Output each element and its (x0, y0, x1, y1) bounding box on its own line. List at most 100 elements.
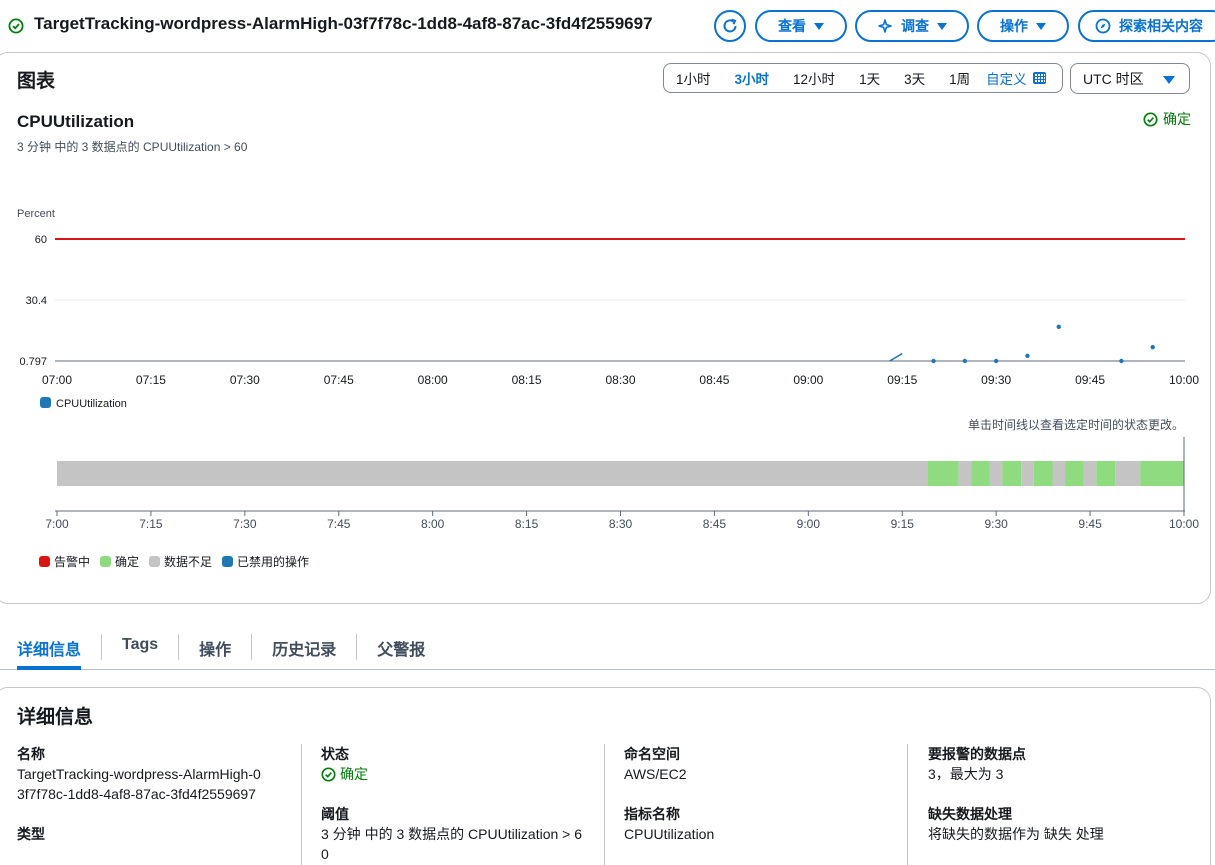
timeline-segment (1065, 461, 1084, 486)
chart-title: CPUUtilization (17, 112, 135, 131)
timeline-segment (989, 461, 1003, 486)
datapoints-value: 3，最大为 3 (928, 766, 1004, 782)
name-value: TargetTracking-wordpress-AlarmHigh-03f7f… (17, 766, 261, 802)
actions-button-label: 操作 (1000, 18, 1028, 34)
timeline-segment (927, 461, 959, 486)
data-point (1056, 324, 1061, 329)
y-tick-label: 60 (35, 234, 47, 246)
series-segment (889, 352, 903, 362)
range-1h[interactable]: 1小时 (664, 68, 723, 88)
timeline-segment (1021, 461, 1034, 486)
tab-tags[interactable]: Tags (122, 627, 158, 669)
state-legend-item: 数据不足 (149, 553, 212, 570)
custom-range-label: 自定义 (986, 72, 1027, 87)
timeline-segment (1002, 461, 1022, 486)
actions-button[interactable]: 操作 (977, 10, 1069, 42)
metric-name-label: 指标名称 (624, 806, 680, 822)
timeline-tick-label: 9:30 (984, 517, 1008, 531)
column-divider (907, 744, 908, 865)
x-tick-label: 08:15 (512, 373, 542, 387)
timeline-segment (1052, 461, 1066, 486)
timeline-tick-label: 10:00 (1169, 517, 1199, 531)
view-button[interactable]: 查看 (755, 10, 847, 42)
alarm-title: TargetTracking-wordpress-AlarmHigh-03f7f… (34, 14, 653, 33)
caret-down-icon (814, 22, 824, 30)
refresh-icon (723, 18, 737, 33)
timezone-value: UTC 时区 (1083, 70, 1144, 87)
timeline-segment (1096, 461, 1116, 486)
status-ok-icon (1143, 111, 1158, 127)
state-value-text: 确定 (340, 766, 368, 782)
state-legend-label: 确定 (115, 555, 140, 569)
investigate-button[interactable]: 调查 (855, 10, 969, 42)
x-tick-label: 07:30 (230, 373, 260, 387)
tab-actions[interactable]: 操作 (199, 627, 231, 669)
details-column-2: 状态 确定 阈值 3 分钟 中的 3 数据点的 CPUUtilization >… (321, 744, 611, 865)
namespace-value: AWS/EC2 (624, 766, 687, 782)
tab-history[interactable]: 历史记录 (272, 627, 336, 669)
chart-state-badge: 确定 (1143, 109, 1191, 129)
x-tick-label: 08:30 (605, 373, 635, 387)
timeline-hint: 单击时间线以查看选定时间的状态更改。 (968, 418, 1185, 432)
type-label: 类型 (17, 826, 45, 842)
timeline-segment (958, 461, 972, 486)
sparkle-icon (878, 19, 892, 33)
timeline-tick-label: 7:45 (327, 517, 351, 531)
state-legend-swatch (39, 556, 50, 567)
calendar-icon (1032, 72, 1046, 84)
timeline-tick-label: 9:45 (1078, 517, 1102, 531)
state-legend: 告警中 确定 数据不足 已禁用的操作 (39, 553, 309, 570)
timeline-tick-label: 7:30 (233, 517, 257, 531)
timeline-segment (1115, 461, 1141, 486)
x-tick-label: 09:00 (793, 373, 823, 387)
y-tick-label: 0.797 (19, 356, 47, 368)
details-column-3: 命名空间 AWS/EC2 指标名称 CPUUtilization (624, 744, 914, 864)
caret-down-icon (1163, 76, 1175, 84)
timeline-segment (1083, 461, 1097, 486)
details-title: 详细信息 (17, 707, 94, 728)
x-tick-label: 08:45 (699, 373, 729, 387)
timeline-tick-label: 8:00 (421, 517, 445, 531)
cpu-chart[interactable]: Percent 60 30.4 0.797 07:00 07:15 07:30 07:45 08… (0, 190, 1215, 540)
timeline-segment (57, 461, 928, 486)
detail-tabs: 详细信息 Tags 操作 历史记录 父警报 (0, 627, 1215, 670)
view-button-label: 查看 (778, 18, 806, 34)
data-point (1025, 353, 1030, 359)
explore-related-button[interactable]: 探索相关内容 (1078, 10, 1215, 42)
range-3d[interactable]: 3天 (892, 68, 937, 88)
range-12h[interactable]: 12小时 (781, 68, 847, 88)
series-legend-label: CPUUtilization (56, 398, 127, 410)
investigate-button-label: 调查 (901, 18, 929, 34)
state-legend-label: 已禁用的操作 (237, 555, 310, 569)
state-legend-item: 确定 (100, 553, 139, 570)
status-ok-icon (321, 766, 336, 782)
range-1d[interactable]: 1天 (847, 68, 892, 88)
timezone-select[interactable]: UTC 时区 (1070, 63, 1190, 94)
state-legend-label: 告警中 (54, 555, 91, 569)
custom-range-button[interactable]: 自定义 (986, 68, 1046, 88)
x-tick-label: 10:00 (1169, 373, 1199, 387)
caret-down-icon (1036, 22, 1046, 30)
state-value: 确定 (321, 764, 611, 784)
name-label: 名称 (17, 746, 45, 762)
state-legend-swatch (100, 556, 112, 567)
details-column-4: 要报警的数据点 3，最大为 3 缺失数据处理 将缺失的数据作为 缺失 处理 (928, 744, 1215, 864)
timeline-tick-label: 9:15 (891, 517, 915, 531)
y-axis-label: Percent (17, 208, 55, 220)
graph-panel-title: 图表 (17, 71, 56, 92)
chart-state-label: 确定 (1163, 111, 1191, 127)
missing-data-label: 缺失数据处理 (928, 806, 1012, 822)
range-3h[interactable]: 3小时 (723, 68, 782, 88)
state-legend-item: 告警中 (39, 553, 90, 570)
range-1w[interactable]: 1周 (937, 68, 982, 88)
timeline-segment (1140, 461, 1184, 486)
tab-details[interactable]: 详细信息 (17, 627, 82, 670)
metric-name-value: CPUUtilization (624, 826, 715, 842)
x-tick-label: 09:45 (1075, 373, 1105, 387)
column-divider (301, 744, 302, 865)
refresh-button[interactable] (714, 10, 746, 42)
timeline-segment (1033, 461, 1053, 486)
tab-parent-alarms[interactable]: 父警报 (377, 627, 425, 669)
column-divider (604, 744, 605, 865)
compass-icon (1095, 18, 1111, 34)
